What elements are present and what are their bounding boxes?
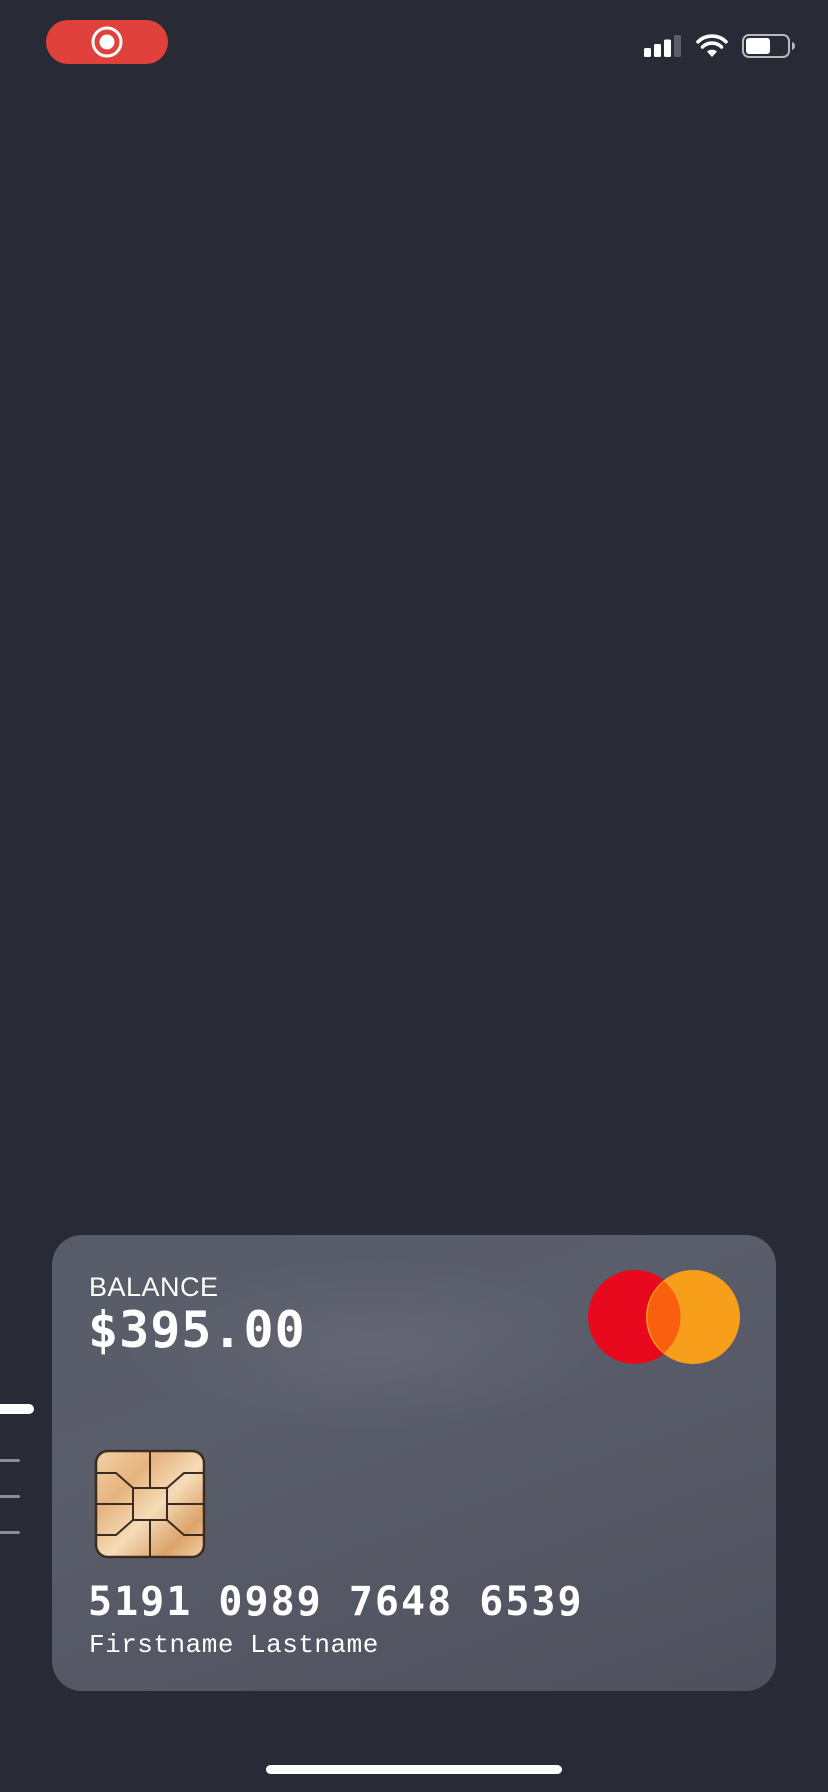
page-indicator-dash[interactable] [0, 1459, 20, 1462]
page-indicator-dash[interactable] [0, 1531, 20, 1534]
page-indicator-dash[interactable] [0, 1495, 20, 1498]
page-indicator-active[interactable] [0, 1404, 34, 1414]
payment-card[interactable]: BALANCE $395.00 5191 0989 7648 6539 Firs… [52, 1235, 776, 1691]
emv-chip-icon [94, 1449, 206, 1559]
wifi-icon [696, 34, 728, 57]
card-page-indicator[interactable] [0, 1400, 40, 1540]
screen-recording-indicator[interactable] [46, 20, 168, 64]
status-bar [0, 0, 828, 90]
cardholder-name: Firstname Lastname [89, 1630, 379, 1660]
battery-icon [742, 34, 795, 58]
status-icons [644, 34, 796, 58]
cellular-signal-icon [644, 35, 681, 57]
home-indicator[interactable] [266, 1765, 562, 1774]
screen-record-icon [91, 26, 123, 58]
mastercard-logo-icon [588, 1270, 740, 1364]
card-number: 5191 0989 7648 6539 [88, 1579, 584, 1625]
balance-amount: $395.00 [88, 1301, 306, 1359]
balance-label: BALANCE [89, 1272, 219, 1302]
